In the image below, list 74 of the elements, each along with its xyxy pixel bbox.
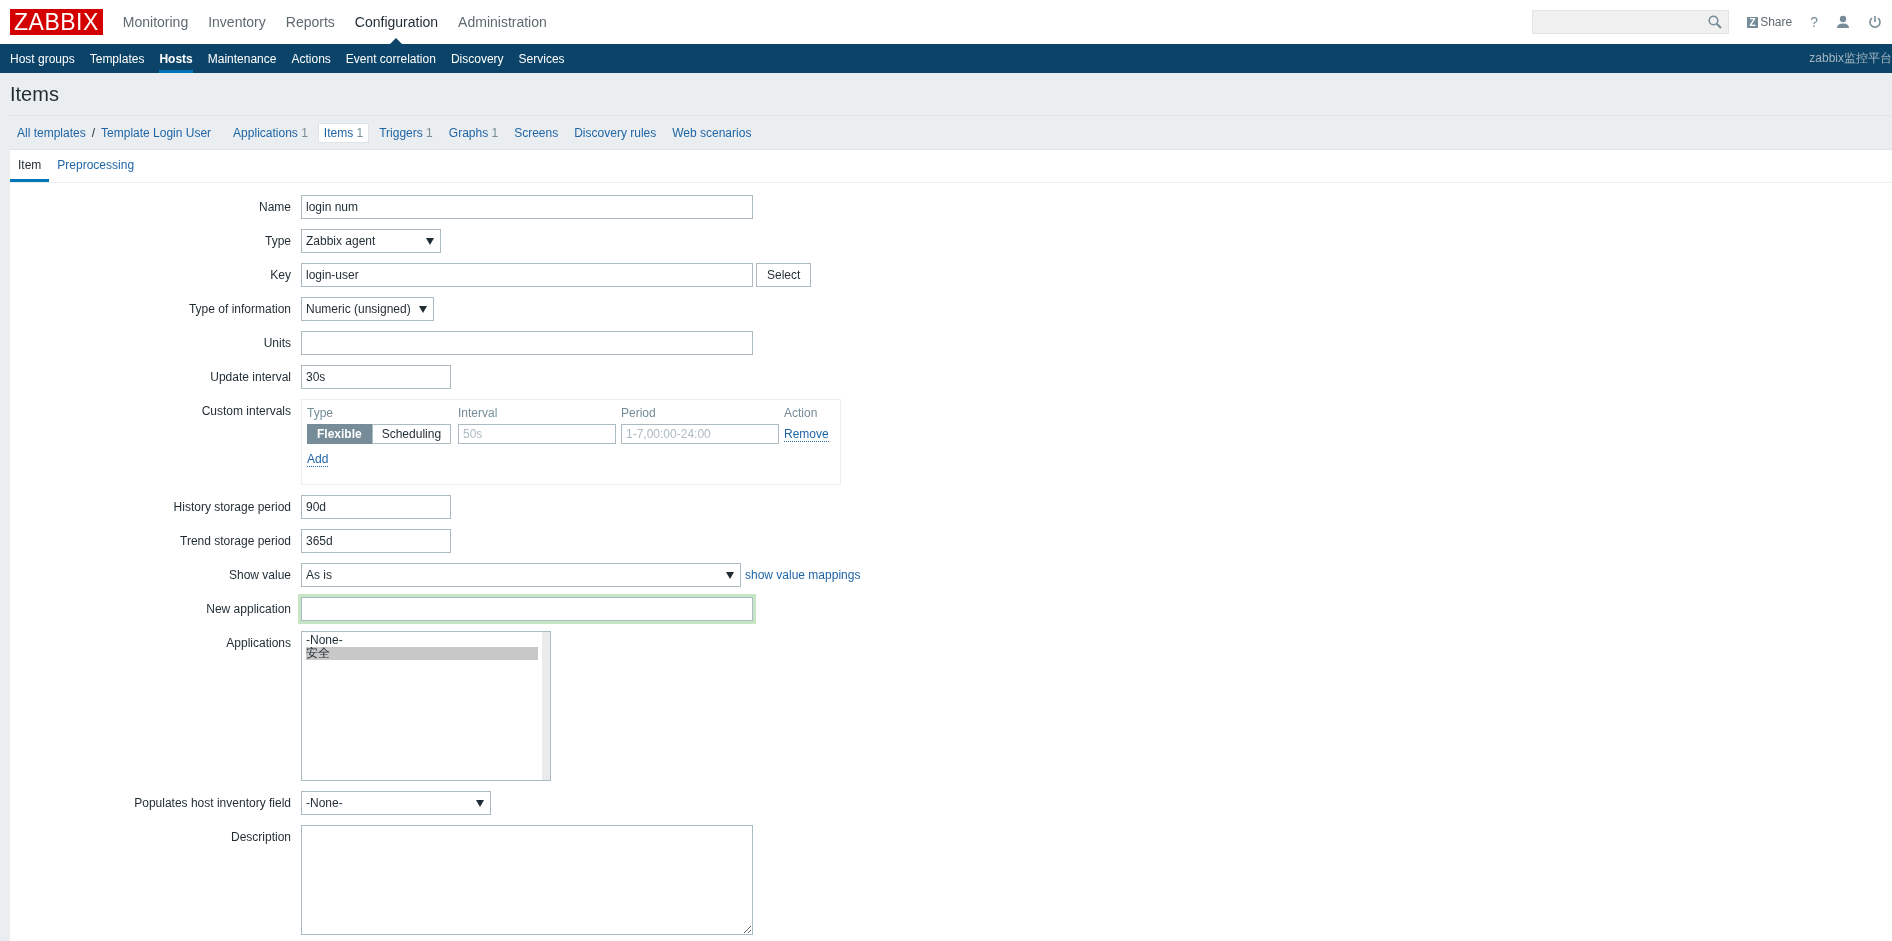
column-header: Type bbox=[307, 406, 334, 420]
remove-link[interactable]: Remove bbox=[784, 426, 829, 442]
select-button[interactable]: Select bbox=[756, 263, 812, 287]
sub-menu-item[interactable]: Actions bbox=[291, 44, 331, 73]
list-option[interactable]: 安全 bbox=[306, 647, 538, 660]
object-tab[interactable]: Web scenarios bbox=[666, 122, 758, 143]
help-link[interactable]: ? bbox=[1810, 14, 1818, 30]
dropdown[interactable]: -None- bbox=[301, 791, 491, 815]
breadcrumb-link[interactable]: Template Login User bbox=[101, 125, 212, 140]
mode-toggle[interactable]: Scheduling bbox=[371, 424, 452, 444]
interval-field[interactable]: 50s bbox=[458, 424, 616, 444]
user-icon[interactable] bbox=[1836, 15, 1850, 29]
sub-menu-item[interactable]: Discovery bbox=[450, 44, 504, 73]
search-field[interactable] bbox=[1532, 10, 1730, 34]
add-link[interactable]: Add bbox=[307, 452, 329, 467]
main-menu-item[interactable]: Configuration bbox=[354, 14, 439, 30]
search-icon[interactable] bbox=[1708, 15, 1723, 29]
form-tab[interactable]: Preprocessing bbox=[49, 150, 143, 182]
column-header: Period bbox=[621, 406, 657, 420]
text-field[interactable]: 30s bbox=[301, 365, 451, 389]
main-menu-item[interactable]: Administration bbox=[458, 14, 547, 30]
column-header: Interval bbox=[458, 406, 499, 420]
page-title: Items bbox=[10, 73, 1892, 116]
sub-menu-item[interactable]: Services bbox=[518, 44, 565, 73]
object-tab[interactable]: Applications 1 bbox=[227, 122, 314, 143]
object-tab[interactable]: Triggers 1 bbox=[373, 122, 439, 143]
form-tab[interactable]: Item bbox=[10, 150, 50, 182]
text-field[interactable]: 365d bbox=[301, 529, 451, 553]
text-field[interactable] bbox=[301, 331, 753, 355]
dropdown[interactable]: Zabbix agent bbox=[301, 229, 441, 253]
field-label: Type of information bbox=[188, 302, 291, 316]
field-label: Trend storage period bbox=[180, 534, 291, 548]
share-link[interactable]: Z Share bbox=[1747, 15, 1793, 29]
breadcrumb-separator: / bbox=[91, 125, 96, 140]
field-label: New application bbox=[206, 602, 291, 616]
field-label: Type bbox=[265, 234, 291, 248]
main-menu-item[interactable]: Reports bbox=[285, 14, 335, 30]
field-label: Units bbox=[263, 336, 291, 350]
server-name: zabbix监控平台 bbox=[1809, 50, 1892, 67]
dropdown[interactable]: Numeric (unsigned) bbox=[301, 297, 434, 321]
field-label: Show value bbox=[228, 568, 291, 582]
column-header: Action bbox=[784, 406, 818, 420]
sub-menu-item[interactable]: Templates bbox=[89, 44, 145, 73]
field-label: Custom intervals bbox=[201, 404, 291, 418]
field-label: Update interval bbox=[210, 370, 291, 384]
field-label: Key bbox=[270, 268, 291, 282]
object-tab[interactable]: Items 1 bbox=[317, 122, 370, 143]
field-label: Description bbox=[230, 830, 291, 844]
list-option[interactable]: -None- bbox=[306, 634, 538, 647]
text-field[interactable]: login-user bbox=[301, 263, 753, 287]
description-field[interactable] bbox=[301, 825, 753, 935]
show-value-mappings-link[interactable]: show value mappings bbox=[745, 568, 861, 582]
main-menu-item[interactable]: Monitoring bbox=[122, 14, 189, 30]
text-field[interactable]: 90d bbox=[301, 495, 451, 519]
sub-menu-item[interactable]: Event correlation bbox=[345, 44, 436, 73]
text-field[interactable] bbox=[301, 597, 753, 621]
field-label: Populates host inventory field bbox=[134, 796, 291, 810]
power-icon[interactable] bbox=[1868, 15, 1882, 29]
breadcrumb-link[interactable]: All templates bbox=[17, 125, 86, 140]
object-tab[interactable]: Screens bbox=[508, 122, 565, 143]
field-label: Applications bbox=[226, 636, 291, 650]
main-menu-item[interactable]: Inventory bbox=[208, 14, 266, 30]
field-label: History storage period bbox=[173, 500, 291, 514]
text-field[interactable]: login num bbox=[301, 195, 753, 219]
sub-menu-item[interactable]: Maintenance bbox=[207, 44, 277, 73]
object-tab[interactable]: Graphs 1 bbox=[442, 122, 505, 143]
applications-listbox[interactable]: -None- 安全 bbox=[301, 631, 551, 781]
object-tab[interactable]: Discovery rules bbox=[568, 122, 663, 143]
dropdown[interactable]: As is bbox=[301, 563, 741, 587]
sub-menu-item[interactable]: Host groups bbox=[10, 44, 75, 73]
period-field[interactable]: 1-7,00:00-24:00 bbox=[621, 424, 779, 444]
field-label: Name bbox=[259, 200, 291, 214]
scrollbar[interactable] bbox=[542, 632, 550, 780]
logo[interactable]: ZABBIX bbox=[10, 9, 103, 35]
